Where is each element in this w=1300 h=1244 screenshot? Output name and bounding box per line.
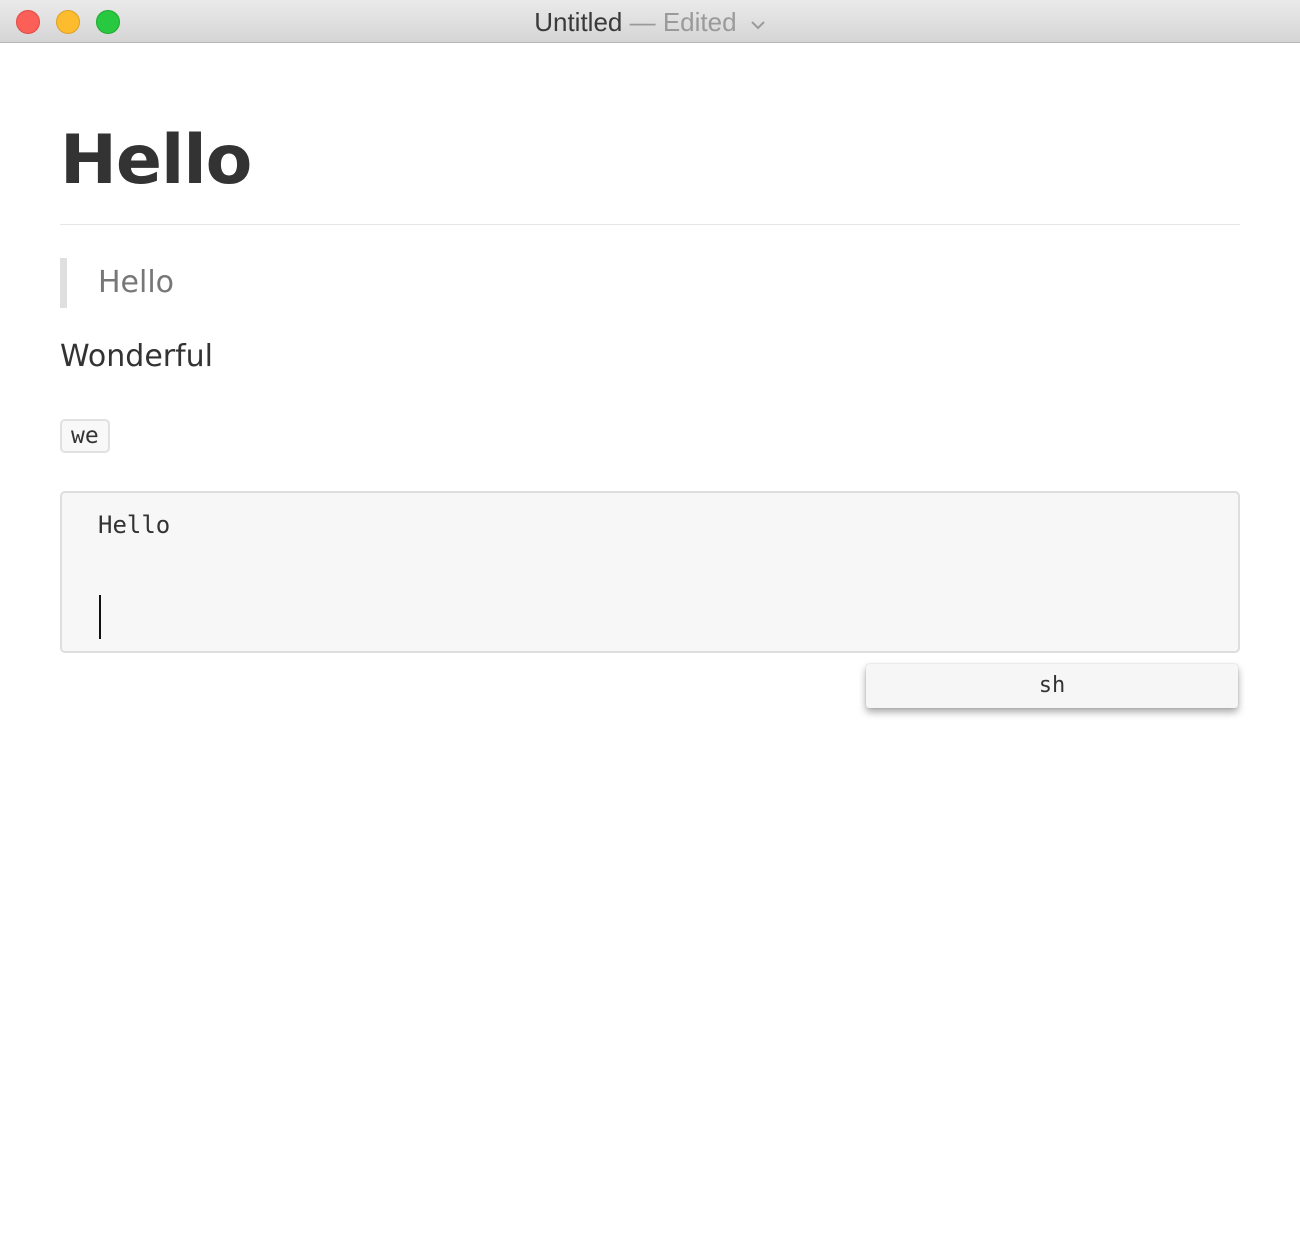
edited-status: Edited <box>662 7 737 37</box>
blockquote-text: Hello <box>98 265 175 300</box>
editor-window: Untitled — Edited Hello Hello Wonderful … <box>0 0 1300 1244</box>
title-separator: — <box>629 7 656 37</box>
document-name: Untitled <box>534 7 623 37</box>
editor-content[interactable]: Hello Hello Wonderful we Hello sh <box>0 44 1300 1244</box>
title-bar[interactable]: Untitled — Edited <box>0 0 1300 43</box>
blockquote[interactable]: Hello <box>60 258 174 308</box>
chevron-down-icon[interactable] <box>750 0 766 43</box>
heading-1[interactable]: Hello <box>60 116 252 206</box>
code-language-input[interactable]: sh <box>866 664 1238 708</box>
heading-underline <box>60 224 1240 225</box>
window-title[interactable]: Untitled — Edited <box>0 0 1300 43</box>
inline-code[interactable]: we <box>60 419 110 453</box>
paragraph[interactable]: Wonderful <box>60 334 213 380</box>
code-line: Hello <box>98 511 171 539</box>
code-language-value[interactable]: sh <box>866 664 1238 708</box>
code-block[interactable]: Hello <box>60 491 1240 653</box>
text-caret <box>99 595 101 639</box>
